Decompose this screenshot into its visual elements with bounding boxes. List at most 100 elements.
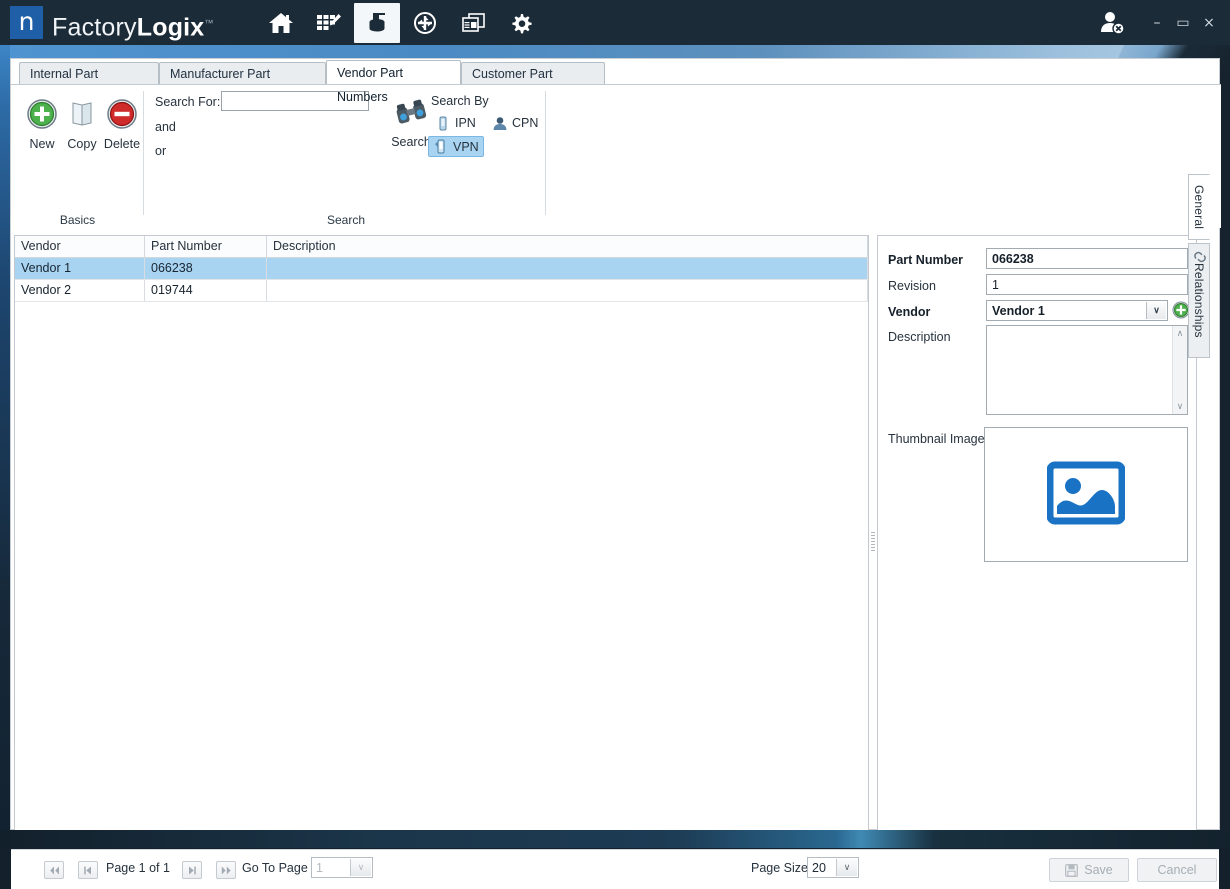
delete-minus-icon	[101, 93, 143, 135]
window-controls: – ▭ ×	[1092, 0, 1222, 45]
picture-placeholder-icon	[1047, 460, 1125, 529]
last-page-button[interactable]	[216, 861, 236, 879]
title-bar: n FactoryLogix™	[0, 0, 1230, 45]
revision-field[interactable]	[986, 274, 1188, 295]
copy-button-label: Copy	[61, 137, 103, 151]
splitter-grip	[871, 530, 875, 553]
brand-first: Factory	[52, 13, 137, 41]
nav-grid-edit-icon[interactable]	[306, 3, 352, 43]
ribbon-separator-2	[545, 91, 546, 215]
thumbnail-image-box[interactable]	[984, 427, 1188, 562]
description-textarea[interactable]: ∧ ∨	[986, 325, 1188, 415]
cancel-button[interactable]: Cancel	[1137, 858, 1217, 882]
grid-header-part-number[interactable]: Part Number	[145, 236, 267, 257]
brand-second: Logix	[137, 13, 205, 41]
cell-part-number: 019744	[145, 280, 267, 301]
tab-customer-part-numbers[interactable]: Customer Part Numbers	[461, 62, 605, 84]
save-button[interactable]: Save	[1049, 858, 1129, 882]
nav-gear-icon[interactable]	[498, 3, 544, 43]
side-tab-strip: General Relationships	[1188, 174, 1210, 361]
nav-home-icon[interactable]	[258, 3, 304, 43]
detail-pane-general: Part Number Revision Vendor Vendor 1 ∨ D…	[877, 235, 1197, 847]
tab-internal-part-numbers[interactable]: Internal Part Numbers	[19, 62, 159, 84]
chevron-down-icon[interactable]: ∨	[836, 859, 857, 876]
ipn-icon	[435, 115, 451, 131]
vendor-combobox-value: Vendor 1	[992, 304, 1045, 318]
thumbnail-label: Thumbnail Image	[888, 432, 985, 446]
chevron-down-icon[interactable]: ∨	[1146, 302, 1166, 319]
search-by-label: Search By	[431, 94, 489, 108]
minimize-button[interactable]: –	[1144, 10, 1170, 36]
table-row[interactable]: Vendor 1 066238	[15, 258, 868, 280]
side-tab-relationships[interactable]: Relationships	[1188, 243, 1210, 358]
search-by-cpn-option[interactable]: CPN	[488, 113, 544, 133]
user-logout-icon[interactable]	[1092, 3, 1132, 43]
close-button[interactable]: ×	[1196, 10, 1222, 36]
page-size-value: 20	[812, 861, 826, 875]
tab-manufacturer-part-numbers[interactable]: Manufacturer Part Numbers	[159, 62, 326, 84]
copy-icon	[61, 93, 103, 135]
chevron-down-icon[interactable]: ∨	[350, 859, 371, 876]
search-by-vpn-label: VPN	[453, 140, 479, 154]
cell-description	[267, 258, 868, 279]
vendor-part-grid[interactable]: Vendor Part Number Description Vendor 1 …	[14, 235, 869, 847]
page-status-label: Page 1 of 1	[106, 861, 170, 875]
description-scrollbar[interactable]: ∧ ∨	[1172, 326, 1187, 414]
side-tab-general-label: General	[1192, 185, 1206, 229]
left-edge-strip	[0, 45, 10, 830]
tab-vendor-part-numbers[interactable]: Vendor Part Numbers	[326, 60, 461, 84]
pane-splitter[interactable]	[870, 235, 876, 847]
bottom-accent-bar	[0, 830, 1230, 848]
tab-strip: Internal Part Numbers Manufacturer Part …	[11, 59, 1221, 84]
side-tab-general[interactable]: General	[1188, 174, 1210, 240]
client-area: Internal Part Numbers Manufacturer Part …	[10, 58, 1220, 830]
nav-windows-icon[interactable]	[450, 3, 496, 43]
go-to-page-label: Go To Page	[242, 861, 308, 875]
brand-title: FactoryLogix™	[52, 8, 214, 38]
vendor-label: Vendor	[888, 305, 930, 319]
ribbon-group-basics-label: Basics	[15, 213, 140, 227]
new-button[interactable]: New	[21, 93, 63, 151]
table-row[interactable]: Vendor 2 019744	[15, 280, 868, 302]
search-by-ipn-label: IPN	[455, 116, 476, 130]
search-by-ipn-option[interactable]: IPN	[431, 113, 483, 133]
nav-materials-icon[interactable]	[354, 3, 400, 43]
delete-button[interactable]: Delete	[101, 93, 143, 151]
previous-page-button[interactable]	[78, 861, 98, 879]
maximize-button[interactable]: ▭	[1170, 10, 1196, 36]
grid-header-description[interactable]: Description	[267, 236, 868, 257]
floppy-save-icon	[1065, 864, 1078, 877]
part-number-field[interactable]	[986, 248, 1188, 269]
vendor-combobox[interactable]: Vendor 1 ∨	[986, 300, 1168, 321]
search-by-vpn-option[interactable]: VPN	[428, 136, 484, 157]
grid-header-row: Vendor Part Number Description	[15, 236, 868, 258]
nav-navigate-icon[interactable]	[402, 3, 448, 43]
scroll-down-icon[interactable]: ∨	[1177, 401, 1184, 412]
first-page-button[interactable]	[44, 861, 64, 879]
right-edge-strip	[1220, 71, 1230, 830]
footer-bar: Page 1 of 1 Go To Page 1 ∨ Page Size 20 …	[11, 849, 1219, 889]
cell-vendor: Vendor 2	[15, 280, 145, 301]
description-label: Description	[888, 330, 951, 344]
cpn-icon	[492, 115, 508, 131]
page-size-combobox[interactable]: 20 ∨	[807, 857, 859, 878]
or-label: or	[155, 144, 166, 158]
part-number-label: Part Number	[888, 253, 963, 267]
page-size-label: Page Size	[751, 861, 808, 875]
brand-trademark: ™	[204, 18, 213, 28]
next-page-button[interactable]	[182, 861, 202, 879]
go-to-page-combobox[interactable]: 1 ∨	[311, 857, 373, 878]
revision-label: Revision	[888, 279, 936, 293]
and-label: and	[155, 120, 176, 134]
grid-header-vendor[interactable]: Vendor	[15, 236, 145, 257]
vpn-icon	[433, 139, 449, 155]
ribbon-toolbar: New Copy	[11, 84, 1221, 228]
scroll-up-icon[interactable]: ∧	[1177, 328, 1184, 339]
new-plus-icon	[21, 93, 63, 135]
ribbon-group-basics: New Copy	[15, 85, 140, 229]
cell-description	[267, 280, 868, 301]
ribbon-group-search-label: Search	[147, 213, 545, 227]
binoculars-icon	[384, 91, 438, 133]
delete-button-label: Delete	[101, 137, 143, 151]
copy-button[interactable]: Copy	[61, 93, 103, 151]
